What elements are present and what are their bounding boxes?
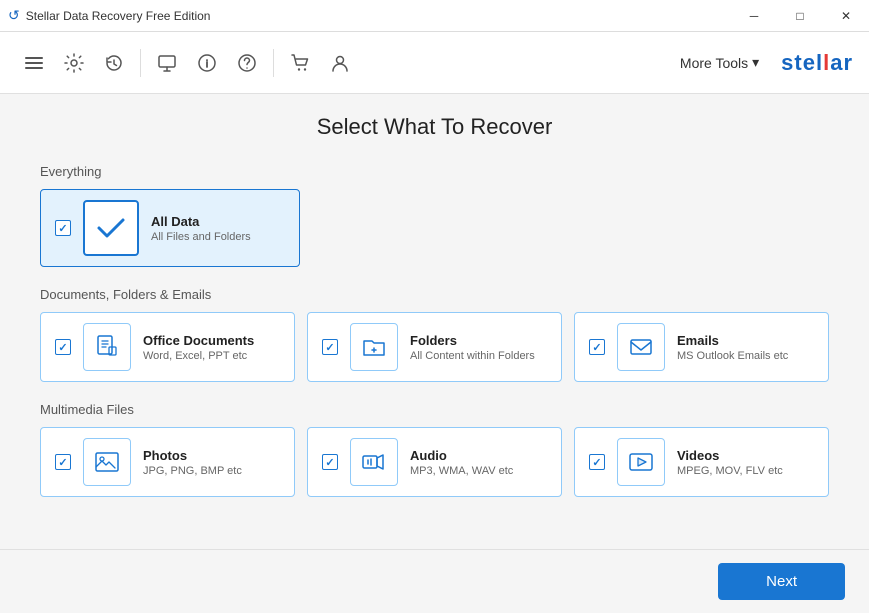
help-icon [237, 53, 257, 73]
videos-checkbox[interactable] [589, 454, 605, 470]
audio-text: Audio MP3, WMA, WAV etc [410, 448, 547, 477]
office-docs-card[interactable]: Office Documents Word, Excel, PPT etc [40, 312, 295, 382]
multimedia-card-row: Photos JPG, PNG, BMP etc Audio [40, 427, 829, 497]
all-data-checkbox[interactable] [55, 220, 71, 236]
title-bar: ↺ Stellar Data Recovery Free Edition ─ □… [0, 0, 869, 32]
folders-card[interactable]: Folders All Content within Folders [307, 312, 562, 382]
folders-title: Folders [410, 333, 547, 348]
more-tools-label: More Tools [680, 55, 748, 71]
separator-2 [273, 49, 274, 77]
info-icon [197, 53, 217, 73]
multimedia-label: Multimedia Files [40, 402, 829, 417]
all-data-card[interactable]: All Data All Files and Folders [40, 189, 300, 267]
audio-icon-box [350, 438, 398, 486]
footer: Next [0, 549, 869, 613]
office-docs-icon-box [83, 323, 131, 371]
photos-icon-box [83, 438, 131, 486]
next-button[interactable]: Next [718, 563, 845, 600]
stellar-logo: stellar [781, 50, 853, 76]
close-button[interactable]: ✕ [823, 0, 869, 32]
info-button[interactable] [189, 45, 225, 81]
emails-checkbox[interactable] [589, 339, 605, 355]
menu-button[interactable] [16, 45, 52, 81]
video-icon [627, 448, 655, 476]
toolbar: More Tools ▾ stellar [0, 32, 869, 94]
page-title: Select What To Recover [40, 114, 829, 140]
toolbar-left [16, 45, 358, 81]
documents-label: Documents, Folders & Emails [40, 287, 829, 302]
everything-label: Everything [40, 164, 829, 179]
office-docs-subtitle: Word, Excel, PPT etc [143, 350, 280, 362]
everything-card-row: All Data All Files and Folders [40, 189, 829, 267]
emails-subtitle: MS Outlook Emails etc [677, 350, 814, 362]
person-icon [330, 53, 350, 73]
all-data-subtitle: All Files and Folders [151, 231, 285, 243]
documents-card-row: Office Documents Word, Excel, PPT etc Fo… [40, 312, 829, 382]
all-data-title: All Data [151, 214, 285, 229]
photos-checkbox[interactable] [55, 454, 71, 470]
audio-title: Audio [410, 448, 547, 463]
videos-subtitle: MPEG, MOV, FLV etc [677, 465, 814, 477]
hamburger-icon [25, 57, 43, 69]
photo-icon [93, 448, 121, 476]
audio-checkbox[interactable] [322, 454, 338, 470]
all-data-icon-box [83, 200, 139, 256]
folder-icon [360, 333, 388, 361]
everything-section: Everything All Data All Files and Folder… [40, 164, 829, 267]
audio-card[interactable]: Audio MP3, WMA, WAV etc [307, 427, 562, 497]
videos-text: Videos MPEG, MOV, FLV etc [677, 448, 814, 477]
gear-icon [64, 53, 84, 73]
logo-accent: l [823, 50, 830, 75]
audio-subtitle: MP3, WMA, WAV etc [410, 465, 547, 477]
emails-card[interactable]: Emails MS Outlook Emails etc [574, 312, 829, 382]
cart-icon [290, 53, 310, 73]
multimedia-section: Multimedia Files Photos JPG, PNG, BMP et… [40, 402, 829, 497]
account-button[interactable] [322, 45, 358, 81]
photos-text: Photos JPG, PNG, BMP etc [143, 448, 280, 477]
videos-icon-box [617, 438, 665, 486]
separator-1 [140, 49, 141, 77]
minimize-button[interactable]: ─ [731, 0, 777, 32]
history-button[interactable] [96, 45, 132, 81]
emails-text: Emails MS Outlook Emails etc [677, 333, 814, 362]
dropdown-arrow-icon: ▾ [752, 54, 759, 71]
office-docs-checkbox[interactable] [55, 339, 71, 355]
all-data-text: All Data All Files and Folders [151, 214, 285, 243]
folders-text: Folders All Content within Folders [410, 333, 547, 362]
checkmark-icon [93, 210, 129, 246]
audio-icon [360, 448, 388, 476]
document-icon [93, 333, 121, 361]
scan-button[interactable] [149, 45, 185, 81]
photos-card[interactable]: Photos JPG, PNG, BMP etc [40, 427, 295, 497]
more-tools-button[interactable]: More Tools ▾ [670, 48, 769, 77]
folders-checkbox[interactable] [322, 339, 338, 355]
photos-title: Photos [143, 448, 280, 463]
emails-icon-box [617, 323, 665, 371]
history-icon [104, 53, 124, 73]
folders-subtitle: All Content within Folders [410, 350, 547, 362]
title-bar-left: ↺ Stellar Data Recovery Free Edition [8, 7, 210, 24]
photos-subtitle: JPG, PNG, BMP etc [143, 465, 280, 477]
window-controls: ─ □ ✕ [731, 0, 869, 32]
emails-title: Emails [677, 333, 814, 348]
maximize-button[interactable]: □ [777, 0, 823, 32]
documents-section: Documents, Folders & Emails Office Docum… [40, 287, 829, 382]
cart-button[interactable] [282, 45, 318, 81]
videos-title: Videos [677, 448, 814, 463]
monitor-icon [157, 53, 177, 73]
office-docs-title: Office Documents [143, 333, 280, 348]
app-icon: ↺ [8, 7, 20, 24]
app-title: Stellar Data Recovery Free Edition [26, 9, 211, 23]
folders-icon-box [350, 323, 398, 371]
main-content: Select What To Recover Everything All Da… [0, 94, 869, 549]
videos-card[interactable]: Videos MPEG, MOV, FLV etc [574, 427, 829, 497]
settings-button[interactable] [56, 45, 92, 81]
toolbar-right: More Tools ▾ stellar [670, 48, 853, 77]
help-button[interactable] [229, 45, 265, 81]
email-icon [627, 333, 655, 361]
office-docs-text: Office Documents Word, Excel, PPT etc [143, 333, 280, 362]
